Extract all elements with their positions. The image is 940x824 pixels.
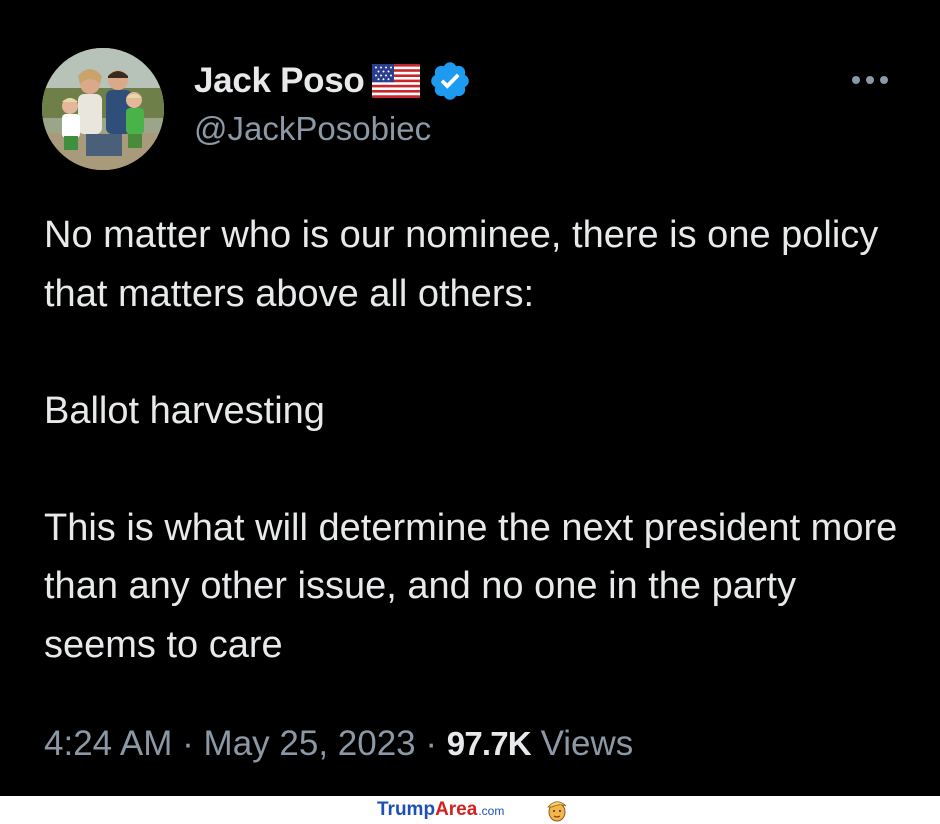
watermark-brand-part2: Area <box>435 799 478 820</box>
author-handle[interactable]: @JackPosobiec <box>194 110 431 148</box>
tweet-date[interactable]: May 25, 2023 <box>204 724 416 763</box>
more-dot-icon <box>880 76 888 84</box>
watermark-brand: Trump Area .com <box>377 799 504 821</box>
meta-separator: · <box>425 724 438 763</box>
views-count[interactable]: 97.7K <box>447 725 532 762</box>
avatar-photo-icon <box>42 48 164 170</box>
more-dot-icon <box>852 76 860 84</box>
tweet-time[interactable]: 4:24 AM <box>44 724 172 763</box>
tweet-card: Jack Poso @JackPosobiec No matter who is… <box>0 0 940 796</box>
verified-badge-icon <box>428 59 472 103</box>
tweet-meta: 4:24 AM · May 25, 2023 · 97.7K Views <box>44 724 633 764</box>
tweet-paragraph: Ballot harvesting <box>44 389 325 432</box>
author-display-name[interactable]: Jack Poso <box>194 61 365 101</box>
watermark-brand-part1: Trump <box>377 799 436 820</box>
more-options-button[interactable] <box>842 66 898 94</box>
views-label: Views <box>540 724 634 763</box>
watermark-bar: Trump Area .com <box>0 796 940 824</box>
author-name-row: Jack Poso <box>194 58 472 104</box>
meta-separator: · <box>182 724 194 763</box>
watermark-brand-suffix: .com <box>478 804 505 818</box>
more-dot-icon <box>866 76 874 84</box>
tweet-paragraph: This is what will determine the next pre… <box>44 506 898 666</box>
tweet-text: No matter who is our nominee, there is o… <box>44 206 914 674</box>
tweet-paragraph: No matter who is our nominee, there is o… <box>44 214 879 315</box>
us-flag-icon <box>372 64 421 98</box>
trump-face-icon <box>547 801 567 822</box>
avatar[interactable] <box>42 48 164 170</box>
